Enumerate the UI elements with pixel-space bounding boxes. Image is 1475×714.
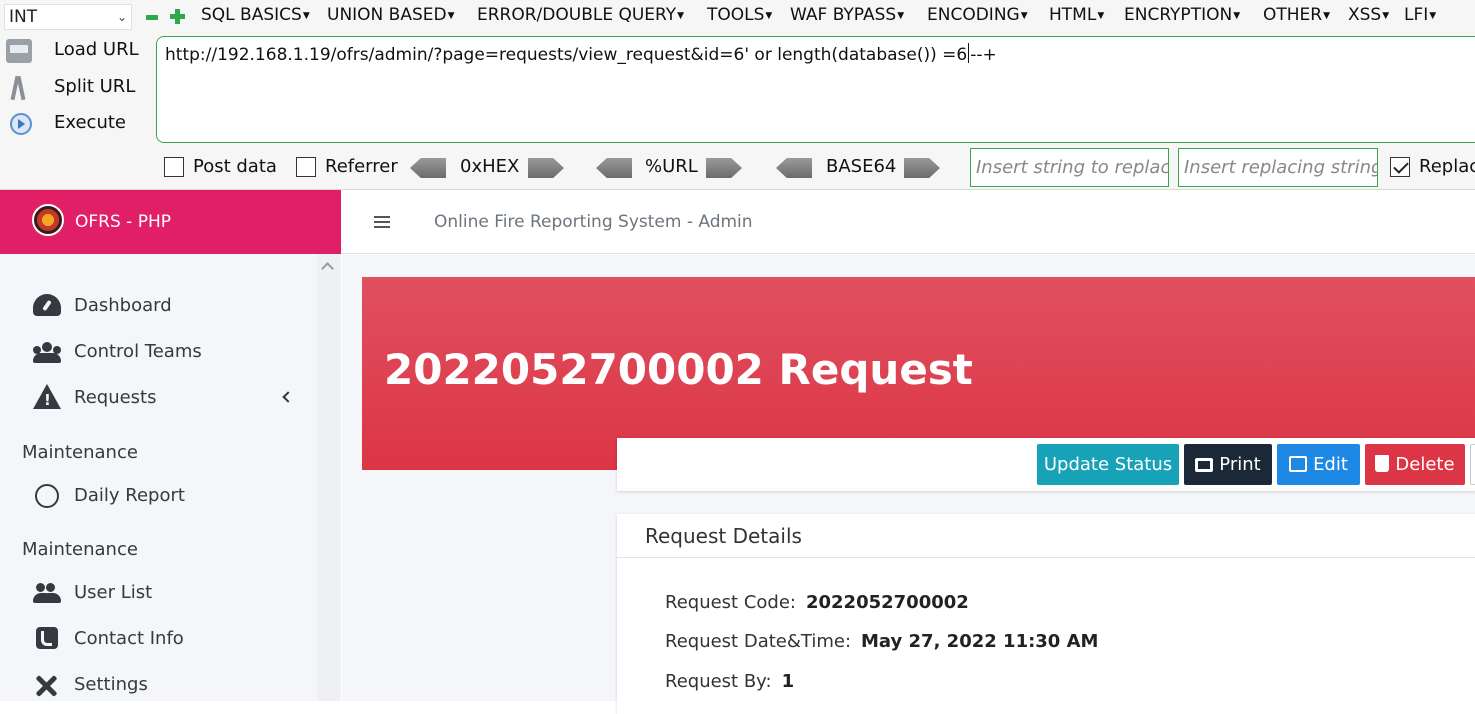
chevron-down-icon: ⌄ bbox=[116, 10, 127, 24]
menu-tools[interactable]: TOOLS▼ bbox=[707, 5, 772, 25]
base64-encode-arrow-icon[interactable] bbox=[904, 158, 940, 178]
users-cog-icon bbox=[33, 581, 61, 605]
team-icon bbox=[33, 340, 61, 364]
fire-logo-icon bbox=[32, 204, 64, 236]
system-title: Online Fire Reporting System - Admin bbox=[434, 212, 753, 232]
increase-icon[interactable] bbox=[170, 9, 185, 24]
sidebar-item-dashboard[interactable]: Dashboard bbox=[0, 286, 317, 326]
hex-decode-arrow-icon[interactable] bbox=[410, 158, 446, 178]
replace-all-box[interactable] bbox=[1390, 157, 1410, 177]
top-navbar: Online Fire Reporting System - Admin bbox=[341, 190, 1475, 254]
brand-link[interactable]: OFRS - PHP bbox=[0, 190, 341, 254]
split-url-button[interactable]: Split URL bbox=[4, 73, 154, 103]
chevron-up-icon[interactable] bbox=[321, 262, 334, 275]
hex-encode-arrow-icon[interactable] bbox=[528, 158, 564, 178]
menu-encoding[interactable]: ENCODING▼ bbox=[927, 5, 1028, 25]
load-url-button[interactable]: Load URL bbox=[4, 36, 154, 66]
print-button[interactable]: Print bbox=[1184, 444, 1272, 485]
referrer-box[interactable] bbox=[296, 157, 316, 177]
request-details-card: Request Details Request Code: 20220527000… bbox=[617, 514, 1475, 714]
url-text-before-cursor: http://192.168.1.19/ofrs/admin/?page=req… bbox=[165, 45, 968, 65]
injection-type-value: INT bbox=[9, 7, 38, 27]
card-title: Request Details bbox=[645, 524, 802, 548]
chevron-left-icon bbox=[282, 391, 294, 403]
hamburger-menu-icon[interactable] bbox=[374, 216, 390, 218]
request-by-row: Request By: 1 bbox=[665, 671, 795, 692]
base64-encoder: BASE64 bbox=[776, 156, 941, 180]
menu-waf-bypass[interactable]: WAF BYPASS▼ bbox=[790, 5, 904, 25]
post-data-box[interactable] bbox=[164, 157, 184, 177]
sidebar-item-contact-info[interactable]: Contact Info bbox=[0, 619, 317, 659]
menu-union-based[interactable]: UNION BASED▼ bbox=[327, 5, 455, 25]
url-textarea[interactable]: http://192.168.1.19/ofrs/admin/?page=req… bbox=[156, 36, 1475, 143]
url-encode-arrow-icon[interactable] bbox=[706, 158, 742, 178]
sidebar-item-requests[interactable]: Requests bbox=[0, 378, 317, 418]
request-datetime-row: Request Date&Time: May 27, 2022 11:30 AM bbox=[665, 631, 1099, 652]
update-status-button[interactable]: Update Status bbox=[1037, 444, 1179, 485]
sidebar-item-settings[interactable]: Settings bbox=[0, 665, 317, 705]
print-icon bbox=[1195, 458, 1214, 472]
circle-icon bbox=[35, 484, 59, 508]
replace-string-input[interactable]: Insert string to replace bbox=[970, 148, 1169, 187]
actions-toolbar: Update Status Print Edit Delete bbox=[617, 438, 1475, 491]
menu-html[interactable]: HTML▼ bbox=[1049, 5, 1104, 25]
sidebar-scrollbar[interactable] bbox=[317, 254, 341, 701]
tools-icon bbox=[33, 673, 61, 697]
sidebar-item-daily-report[interactable]: Daily Report bbox=[0, 476, 317, 516]
edit-icon bbox=[1289, 456, 1308, 472]
post-data-checkbox[interactable]: Post data bbox=[164, 156, 284, 178]
delete-button[interactable]: Delete bbox=[1365, 444, 1465, 485]
sidebar: Dashboard Control Teams Requests Mainten… bbox=[0, 254, 341, 701]
card-header: Request Details bbox=[617, 514, 1475, 558]
referrer-checkbox[interactable]: Referrer bbox=[296, 156, 406, 178]
phone-icon bbox=[36, 627, 58, 649]
sidebar-header-maintenance: Maintenance bbox=[22, 442, 138, 463]
dashboard-icon bbox=[33, 294, 61, 316]
request-code-row: Request Code: 2022052700002 bbox=[665, 592, 969, 613]
more-button[interactable] bbox=[1470, 444, 1475, 485]
url-text-after-cursor: --+ bbox=[970, 45, 997, 65]
base64-decode-arrow-icon[interactable] bbox=[776, 158, 812, 178]
sidebar-header-maintenance-2: Maintenance bbox=[22, 539, 138, 560]
hackbar-menu-bar: INT ⌄ SQL BASICS▼ UNION BASED▼ ERROR/DOU… bbox=[0, 0, 1475, 34]
url-decode-arrow-icon[interactable] bbox=[596, 158, 632, 178]
warning-icon bbox=[33, 384, 61, 409]
scissors-icon bbox=[6, 76, 32, 100]
hex-encoder: 0xHEX bbox=[410, 156, 565, 180]
injection-type-select[interactable]: INT ⌄ bbox=[4, 4, 132, 30]
decrease-icon[interactable] bbox=[146, 15, 158, 20]
replacing-string-input[interactable]: Insert replacing string bbox=[1178, 148, 1378, 187]
menu-error-double-query[interactable]: ERROR/DOUBLE QUERY▼ bbox=[477, 5, 684, 25]
trash-icon bbox=[1375, 455, 1390, 472]
menu-xss[interactable]: XSS▼ bbox=[1348, 5, 1389, 25]
sidebar-item-control-teams[interactable]: Control Teams bbox=[0, 332, 317, 372]
edit-button[interactable]: Edit bbox=[1277, 444, 1360, 485]
hackbar-panel: INT ⌄ SQL BASICS▼ UNION BASED▼ ERROR/DOU… bbox=[0, 0, 1475, 190]
play-icon bbox=[10, 113, 32, 135]
brand-name: OFRS - PHP bbox=[75, 212, 171, 232]
url-encoder: %URL bbox=[596, 156, 746, 180]
menu-other[interactable]: OTHER▼ bbox=[1263, 5, 1330, 25]
menu-lfi[interactable]: LFI▼ bbox=[1404, 5, 1436, 25]
menu-encryption[interactable]: ENCRYPTION▼ bbox=[1124, 5, 1240, 25]
main-content: 2022052700002 Request Update Status Prin… bbox=[342, 255, 1475, 714]
replace-all-checkbox[interactable]: Replac bbox=[1390, 156, 1475, 178]
page-title: 2022052700002 Request bbox=[384, 345, 973, 394]
execute-button[interactable]: Execute bbox=[4, 109, 154, 139]
menu-sql-basics[interactable]: SQL BASICS▼ bbox=[201, 5, 310, 25]
sidebar-item-user-list[interactable]: User List bbox=[0, 573, 317, 613]
load-url-icon bbox=[6, 39, 32, 63]
